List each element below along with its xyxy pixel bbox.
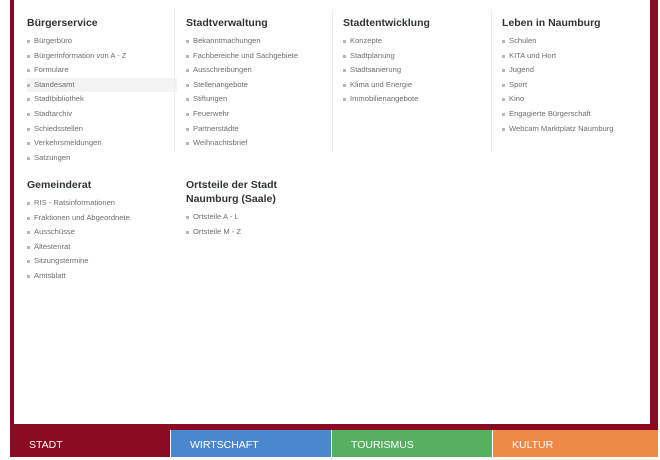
menu-column-leben-in-naumburg: Leben in Naumburg Schulen KITA und Hort … [502, 16, 652, 136]
menu-link[interactable]: Sport [502, 78, 652, 93]
column-heading: Leben in Naumburg [502, 17, 601, 29]
menu-list: Konzepte Stadtplanung Stadtsanierung Kli… [343, 34, 493, 107]
menu-link[interactable]: Ausschüsse [27, 225, 177, 240]
menu-link[interactable]: Bürgerbüro [27, 34, 177, 49]
tab-kultur[interactable]: Kultur [493, 430, 658, 457]
tab-stadt[interactable]: Stadt [10, 430, 170, 457]
column-heading: Bürgerservice [27, 17, 98, 29]
menu-link[interactable]: Konzepte [343, 34, 493, 49]
menu-link[interactable]: Standesamt [27, 77, 177, 93]
column-heading: Stadtentwicklung [343, 17, 430, 29]
menu-list: Bürgerbüro Bürgerinformation von A - Z F… [27, 34, 177, 165]
menu-link[interactable]: Fachbereiche und Sachgebiete [186, 49, 336, 64]
menu-link[interactable]: Ortsteile M - Z [186, 225, 336, 240]
menu-link[interactable]: RIS - Ratsinformationen [27, 196, 177, 211]
menu-link[interactable]: Sitzungstermine [27, 254, 177, 269]
menu-link[interactable]: Feuerwehr [186, 107, 336, 122]
column-divider [491, 10, 492, 152]
menu-link[interactable]: Amtsblatt [27, 269, 177, 284]
tab-label: Wirtschaft [190, 439, 259, 451]
menu-link[interactable]: Bekanntmachungen [186, 34, 336, 49]
column-heading: Gemeinderat [27, 179, 92, 191]
column-heading-line-2: Naumburg (Saale) [186, 193, 276, 205]
tab-label: Stadt [29, 439, 63, 451]
menu-link[interactable]: Ortsteile A - L [186, 210, 336, 225]
column-divider [332, 10, 333, 152]
menu-link[interactable]: Kino [502, 92, 652, 107]
menu-link[interactable]: Stadtplanung [343, 49, 493, 64]
menu-link[interactable]: Stellenangebote [186, 78, 336, 93]
tab-tourismus[interactable]: Tourismus [332, 430, 492, 457]
menu-list: RIS - Ratsinformationen Fraktionen und A… [27, 196, 177, 284]
menu-list: Schulen KITA und Hort Jugend Sport Kino … [502, 34, 652, 136]
column-heading-line-1: Ortsteile der Stadt [186, 179, 278, 191]
menu-column-gemeinderat: Gemeinderat RIS - Ratsinformationen Frak… [27, 178, 177, 284]
menu-link[interactable]: Stadtarchiv [27, 107, 177, 122]
menu-link[interactable]: Engagierte Bürgerschaft [502, 107, 652, 122]
menu-list: Ortsteile A - L Ortsteile M - Z [186, 210, 336, 239]
menu-link[interactable]: Stadtsanierung [343, 63, 493, 78]
menu-column-stadtentwicklung: Stadtentwicklung Konzepte Stadtplanung S… [343, 16, 493, 107]
column-heading: Stadtverwaltung [186, 17, 268, 29]
menu-link[interactable]: Webcam Marktplatz Naumburg [502, 122, 652, 137]
menu-link[interactable]: Satzungen [27, 151, 177, 166]
menu-link[interactable]: Bürgerinformation von A - Z [27, 49, 177, 64]
menu-link[interactable]: Formulare [27, 63, 177, 78]
menu-link[interactable]: Stadtbibliothek [27, 92, 177, 107]
menu-link[interactable]: Verkehrsmeldungen [27, 136, 177, 151]
menu-column-stadtverwaltung: Stadtverwaltung Bekanntmachungen Fachber… [186, 16, 336, 151]
menu-link[interactable]: Klima und Energie [343, 78, 493, 93]
menu-link[interactable]: Schulen [502, 34, 652, 49]
menu-link[interactable]: Stiftungen [186, 92, 336, 107]
tab-label: Kultur [512, 439, 554, 451]
section-tab-bar: Stadt Wirtschaft Tourismus Kultur [10, 430, 658, 457]
menu-link[interactable]: Partnerstädte [186, 122, 336, 137]
menu-link[interactable]: Ausschreibungen [186, 63, 336, 78]
mega-menu-panel: Bürgerservice Bürgerbüro Bürgerinformati… [14, 0, 650, 424]
tab-label: Tourismus [351, 439, 414, 451]
menu-link[interactable]: KITA und Hort [502, 49, 652, 64]
tab-wirtschaft[interactable]: Wirtschaft [171, 430, 331, 457]
menu-link[interactable]: Ältestenrat [27, 240, 177, 255]
column-heading: Ortsteile der Stadt Naumburg (Saale) [186, 178, 336, 206]
menu-link[interactable]: Immobilienangebote [343, 92, 493, 107]
menu-column-ortsteile: Ortsteile der Stadt Naumburg (Saale) Ort… [186, 178, 336, 239]
menu-link[interactable]: Schiedsstellen [27, 122, 177, 137]
menu-list: Bekanntmachungen Fachbereiche und Sachge… [186, 34, 336, 151]
menu-column-buergerservice: Bürgerservice Bürgerbüro Bürgerinformati… [27, 16, 177, 165]
menu-link[interactable]: Jugend [502, 63, 652, 78]
column-divider [174, 10, 175, 152]
menu-link[interactable]: Weihnachtsbrief [186, 136, 336, 151]
menu-link[interactable]: Fraktionen und Abgeordnete [27, 211, 177, 226]
